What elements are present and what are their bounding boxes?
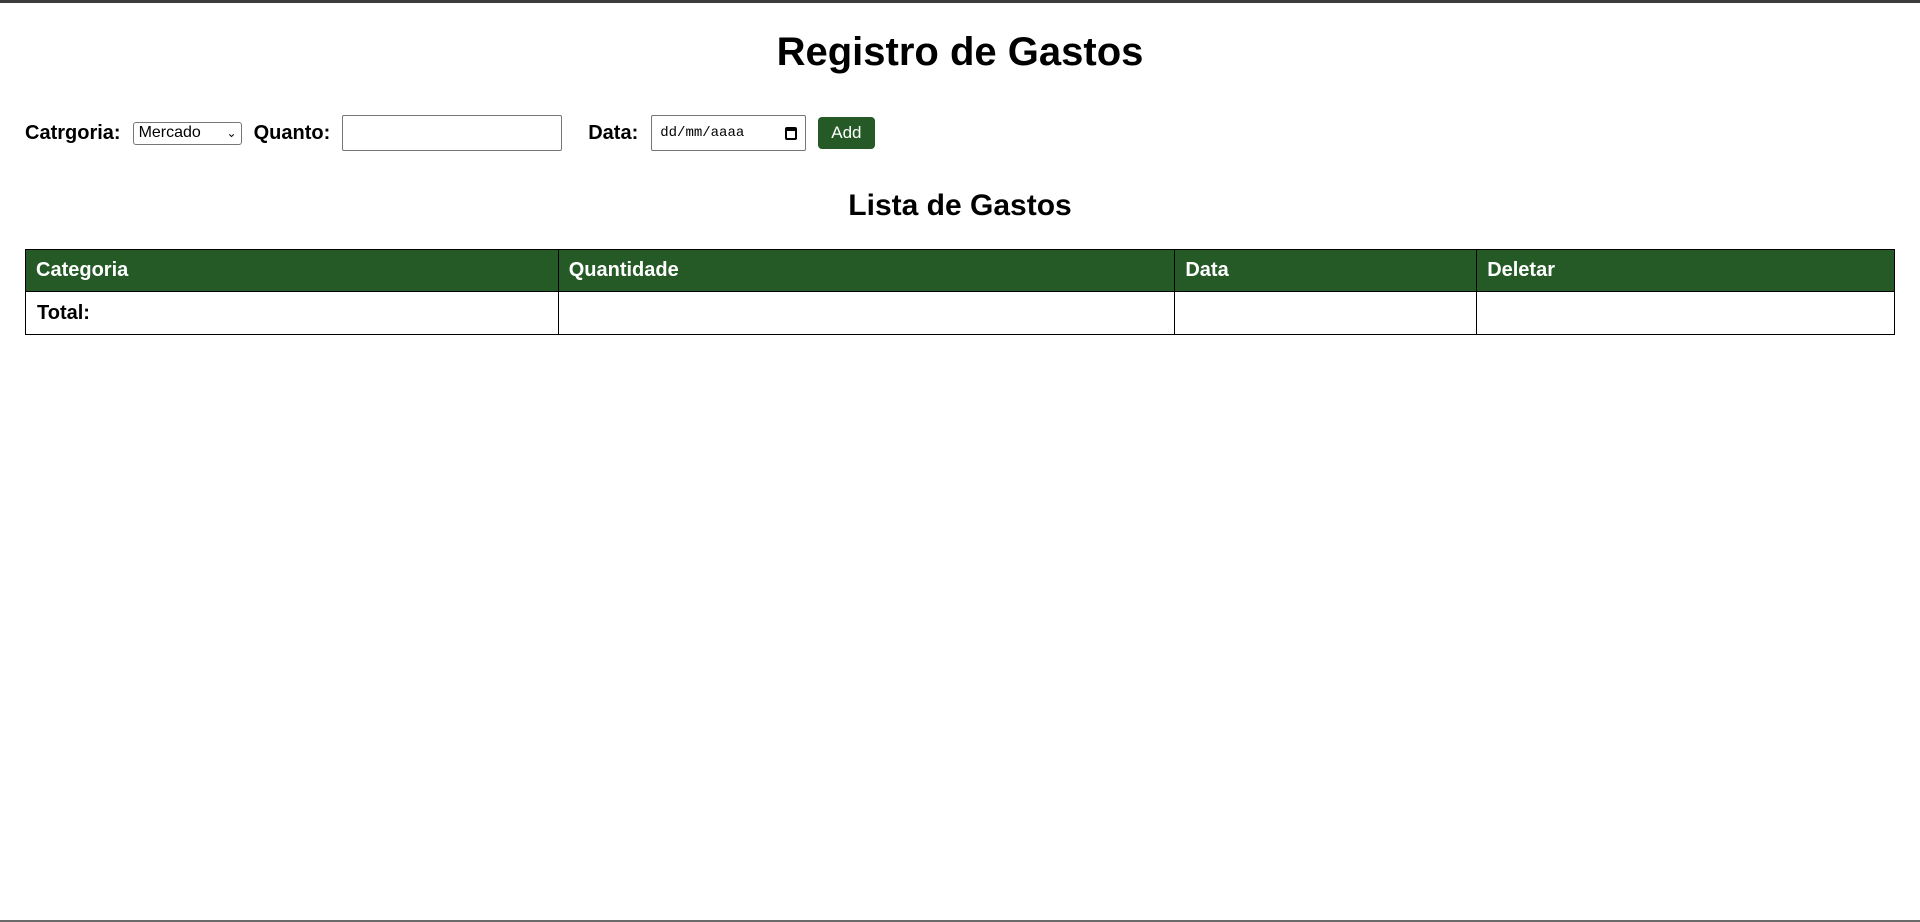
amount-input[interactable] — [342, 115, 563, 151]
total-empty-cell — [1476, 291, 1895, 335]
page-title: Registro de Gastos — [776, 30, 1144, 74]
expense-table: Categoria Quantidade Data Deletar Total: — [25, 249, 1895, 335]
category-select[interactable]: Mercado ⌄ — [132, 121, 242, 145]
add-button[interactable]: Add — [818, 117, 875, 149]
total-row: Total: — [25, 291, 1895, 335]
category-label: Catrgoria: — [25, 121, 121, 144]
expense-form: Catrgoria: Mercado ⌄ Quanto: Data: dd/mm… — [25, 114, 875, 152]
total-empty-cell — [1174, 291, 1478, 335]
total-value — [557, 291, 1176, 335]
category-selected-value: Mercado — [138, 124, 201, 141]
total-label: Total: — [25, 291, 559, 335]
list-title: Lista de Gastos — [848, 189, 1072, 222]
calendar-icon[interactable] — [785, 126, 798, 140]
window-top-border — [0, 0, 1920, 3]
date-input[interactable]: dd/mm/aaaa — [651, 115, 807, 151]
chevron-down-icon: ⌄ — [226, 126, 237, 140]
column-header-delete: Deletar — [1476, 249, 1895, 292]
date-placeholder: dd/mm/aaaa — [660, 125, 745, 141]
amount-label: Quanto: — [253, 121, 331, 144]
table-header-row: Categoria Quantidade Data Deletar — [25, 249, 1895, 292]
column-header-quantity: Quantidade — [557, 249, 1176, 292]
column-header-category: Categoria — [25, 249, 559, 292]
column-header-date: Data — [1174, 249, 1478, 292]
date-label: Data: — [588, 121, 639, 144]
